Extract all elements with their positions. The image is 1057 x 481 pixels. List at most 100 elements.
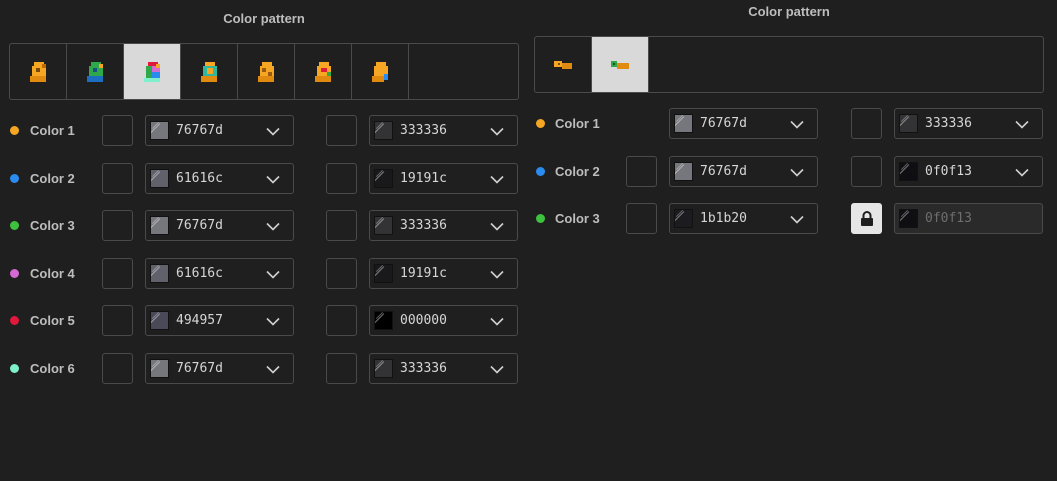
color-dot xyxy=(536,214,545,223)
right-panel-title: Color pattern xyxy=(748,4,830,19)
secondary-color-dropdown: 0f0f13 xyxy=(894,203,1043,234)
hex-value: 333336 xyxy=(400,123,447,138)
color-swatch xyxy=(374,216,393,235)
pattern-option-2[interactable] xyxy=(592,37,649,92)
secondary-toggle-box[interactable] xyxy=(326,210,357,241)
chevron-down-icon xyxy=(266,175,280,184)
primary-color-dropdown[interactable]: 76767d xyxy=(669,108,818,139)
hex-value: 0f0f13 xyxy=(925,163,972,179)
hex-value: 76767d xyxy=(176,123,223,138)
primary-toggle-box[interactable] xyxy=(626,155,657,187)
chevron-down-icon xyxy=(490,317,504,326)
color-swatch xyxy=(374,168,393,188)
hex-value: 494957 xyxy=(176,313,223,328)
color-row-label: Color 4 xyxy=(30,265,75,281)
orange-creature-icon xyxy=(30,61,46,82)
chevron-down-icon xyxy=(266,365,280,374)
secondary-toggle-box[interactable] xyxy=(326,115,357,146)
pattern-option-6[interactable] xyxy=(295,44,352,99)
chevron-down-icon xyxy=(790,120,804,129)
pattern-option-7[interactable] xyxy=(352,44,409,99)
primary-color-dropdown[interactable]: 76767d xyxy=(669,155,818,187)
hex-value: 76767d xyxy=(700,163,747,179)
primary-color-dropdown[interactable]: 76767d xyxy=(145,352,294,384)
chevron-down-icon xyxy=(490,270,504,279)
color-dot xyxy=(10,363,19,373)
color-dot xyxy=(10,173,19,183)
hex-value: 19191c xyxy=(400,170,447,186)
secondary-toggle-box[interactable] xyxy=(326,352,357,384)
color-swatch xyxy=(150,263,169,283)
lock-button[interactable] xyxy=(851,203,882,234)
color-dot xyxy=(536,166,545,176)
rainbow-creature-icon xyxy=(144,61,160,82)
primary-toggle-box[interactable] xyxy=(626,203,657,234)
color-swatch xyxy=(150,168,169,188)
color-dot xyxy=(10,221,19,230)
primary-toggle-box[interactable] xyxy=(102,210,133,241)
chevron-down-icon xyxy=(790,168,804,177)
secondary-toggle-box[interactable] xyxy=(851,108,882,139)
secondary-color-dropdown[interactable]: 333336 xyxy=(369,352,518,384)
primary-toggle-box[interactable] xyxy=(102,162,133,194)
color-swatch xyxy=(899,114,918,133)
secondary-toggle-box[interactable] xyxy=(326,257,357,289)
color-row-label: Color 5 xyxy=(30,313,75,328)
secondary-toggle-box[interactable] xyxy=(851,155,882,187)
color-row-label: Color 1 xyxy=(30,123,75,138)
primary-color-dropdown[interactable]: 76767d xyxy=(145,210,294,241)
secondary-toggle-box[interactable] xyxy=(326,162,357,194)
chevron-down-icon xyxy=(266,317,280,326)
chevron-down-icon xyxy=(266,127,280,136)
primary-color-dropdown[interactable]: 76767d xyxy=(145,115,294,146)
secondary-color-dropdown[interactable]: 333336 xyxy=(369,210,518,241)
secondary-color-dropdown[interactable]: 333336 xyxy=(894,108,1043,139)
primary-color-dropdown[interactable]: 61616c xyxy=(145,162,294,194)
orange-blue-creature-icon xyxy=(372,61,388,82)
primary-color-dropdown[interactable]: 494957 xyxy=(145,305,294,336)
pattern-option-2[interactable] xyxy=(67,44,124,99)
pattern-option-5[interactable] xyxy=(238,44,295,99)
secondary-color-dropdown[interactable]: 19191c xyxy=(369,162,518,194)
chevron-down-icon xyxy=(490,175,504,184)
hex-value: 0f0f13 xyxy=(925,211,972,226)
hex-value: 61616c xyxy=(176,265,223,281)
chevron-down-icon xyxy=(490,222,504,231)
color-row-label: Color 3 xyxy=(555,211,600,226)
lock-icon xyxy=(860,210,873,226)
color-dot xyxy=(10,268,19,278)
secondary-color-dropdown[interactable]: 333336 xyxy=(369,115,518,146)
primary-toggle-box[interactable] xyxy=(102,305,133,336)
color-row-label: Color 2 xyxy=(30,170,75,186)
secondary-color-dropdown[interactable]: 0f0f13 xyxy=(894,155,1043,187)
primary-color-dropdown[interactable]: 1b1b20 xyxy=(669,203,818,234)
primary-color-dropdown[interactable]: 61616c xyxy=(145,257,294,289)
right-pattern-selector xyxy=(534,36,1044,93)
pattern-option-1[interactable] xyxy=(10,44,67,99)
primary-toggle-box[interactable] xyxy=(102,257,133,289)
pattern-option-3[interactable] xyxy=(124,44,181,99)
pattern-option-4[interactable] xyxy=(181,44,238,99)
primary-toggle-box[interactable] xyxy=(102,352,133,384)
hex-value: 333336 xyxy=(925,116,972,131)
spotted-orange-creature-icon xyxy=(258,61,274,82)
hex-value: 19191c xyxy=(400,265,447,281)
primary-toggle-box[interactable] xyxy=(102,115,133,146)
chevron-down-icon xyxy=(490,365,504,374)
color-swatch xyxy=(150,311,169,330)
color-row-label: Color 2 xyxy=(555,163,600,179)
red-orange-creature-icon xyxy=(315,61,331,82)
secondary-color-dropdown[interactable]: 000000 xyxy=(369,305,518,336)
chevron-down-icon xyxy=(266,222,280,231)
color-swatch xyxy=(374,121,393,140)
secondary-color-dropdown[interactable]: 19191c xyxy=(369,257,518,289)
chevron-down-icon xyxy=(490,127,504,136)
color-row-label: Color 1 xyxy=(555,116,600,131)
color-row-label: Color 6 xyxy=(30,360,75,376)
color-swatch xyxy=(899,161,918,181)
chevron-down-icon xyxy=(790,215,804,224)
secondary-toggle-box[interactable] xyxy=(326,305,357,336)
hex-value: 333336 xyxy=(400,360,447,376)
color-swatch xyxy=(674,114,693,133)
pattern-option-1[interactable] xyxy=(535,37,592,92)
